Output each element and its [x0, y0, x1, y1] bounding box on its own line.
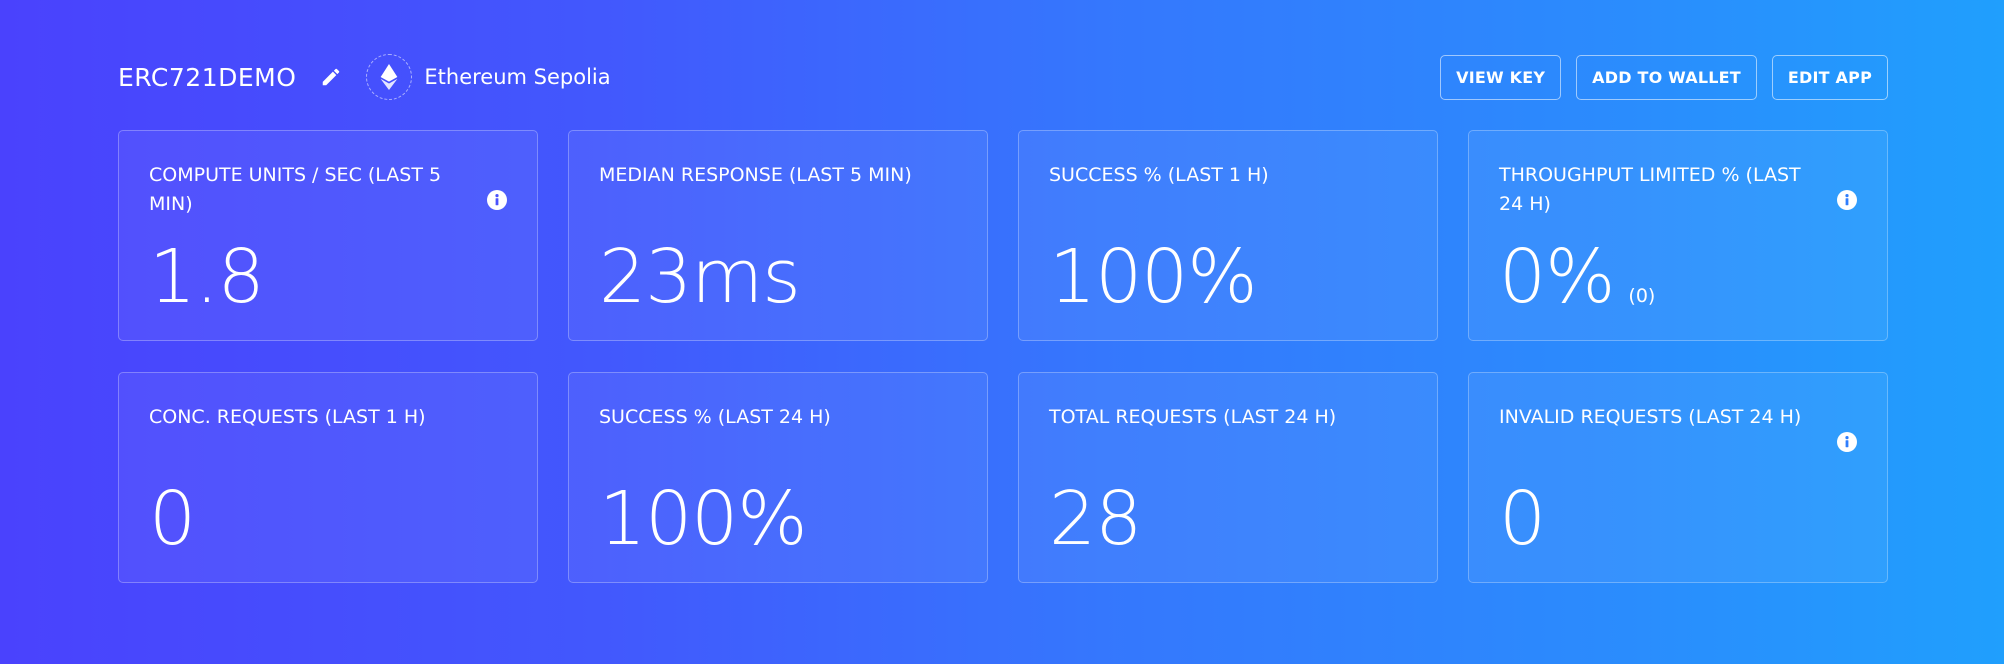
metric-value: 1.8: [149, 240, 265, 314]
metric-value-text: 0: [1499, 476, 1546, 562]
metric-value-text: 0%: [1499, 234, 1615, 320]
network-name: Ethereum Sepolia: [424, 65, 611, 89]
metric-value: 100%: [1049, 240, 1258, 314]
metric-label: TOTAL REQUESTS (LAST 24 H): [1049, 406, 1337, 428]
metric-card-throughput-limited: THROUGHPUT LIMITED % (LAST 24 H) 0% (0): [1468, 130, 1888, 341]
metric-card-median-response: MEDIAN RESPONSE (LAST 5 MIN) 23ms: [568, 130, 988, 341]
metric-value: 0% (0): [1499, 240, 1655, 314]
info-icon[interactable]: [1837, 432, 1857, 452]
metric-card-total-requests: TOTAL REQUESTS (LAST 24 H) 28: [1018, 372, 1438, 583]
network-indicator: Ethereum Sepolia: [366, 54, 611, 100]
metric-card-compute-units: COMPUTE UNITS / SEC (LAST 5 MIN) 1.8: [118, 130, 538, 341]
metric-subvalue: (0): [1628, 285, 1656, 307]
metric-value-text: 100%: [1049, 234, 1258, 320]
metric-value: 23ms: [599, 240, 801, 314]
metric-card-conc-requests: CONC. REQUESTS (LAST 1 H) 0: [118, 372, 538, 583]
metric-label: COMPUTE UNITS / SEC (LAST 5 MIN): [149, 164, 442, 215]
metric-card-success-24h: SUCCESS % (LAST 24 H) 100%: [568, 372, 988, 583]
metric-label: SUCCESS % (LAST 24 H): [599, 406, 831, 428]
app-name: ERC721DEMO: [118, 62, 297, 92]
metric-label: MEDIAN RESPONSE (LAST 5 MIN): [599, 164, 912, 186]
view-key-button[interactable]: VIEW KEY: [1440, 54, 1562, 100]
metrics-grid: COMPUTE UNITS / SEC (LAST 5 MIN) 1.8 MED…: [118, 130, 1888, 583]
metric-value-text: 100%: [599, 476, 808, 562]
metric-card-success-1h: SUCCESS % (LAST 1 H) 100%: [1018, 130, 1438, 341]
metric-value-text: 28: [1049, 476, 1142, 562]
info-icon[interactable]: [1837, 190, 1857, 210]
metric-card-invalid-requests: INVALID REQUESTS (LAST 24 H) 0: [1468, 372, 1888, 583]
header-actions: VIEW KEY ADD TO WALLET EDIT APP: [1440, 54, 1888, 100]
metric-value: 0: [149, 482, 196, 556]
metric-label: THROUGHPUT LIMITED % (LAST 24 H): [1499, 164, 1801, 215]
metric-label: INVALID REQUESTS (LAST 24 H): [1499, 406, 1802, 428]
metric-value-text: 23ms: [599, 234, 801, 320]
metric-value: 0: [1499, 482, 1546, 556]
info-icon[interactable]: [487, 190, 507, 210]
metric-label: CONC. REQUESTS (LAST 1 H): [149, 406, 426, 428]
pencil-icon[interactable]: [318, 64, 344, 90]
edit-app-button[interactable]: EDIT APP: [1771, 54, 1888, 100]
ethereum-icon: [366, 54, 413, 100]
add-to-wallet-button[interactable]: ADD TO WALLET: [1576, 54, 1757, 100]
metric-value-text: 0: [149, 476, 196, 562]
metric-label: SUCCESS % (LAST 1 H): [1049, 164, 1269, 186]
metric-value-text: 1.8: [149, 234, 265, 320]
metric-value: 28: [1049, 482, 1142, 556]
metric-value: 100%: [599, 482, 808, 556]
app-header: ERC721DEMO Ethereum Sepolia VIEW KEY ADD…: [118, 54, 1888, 100]
